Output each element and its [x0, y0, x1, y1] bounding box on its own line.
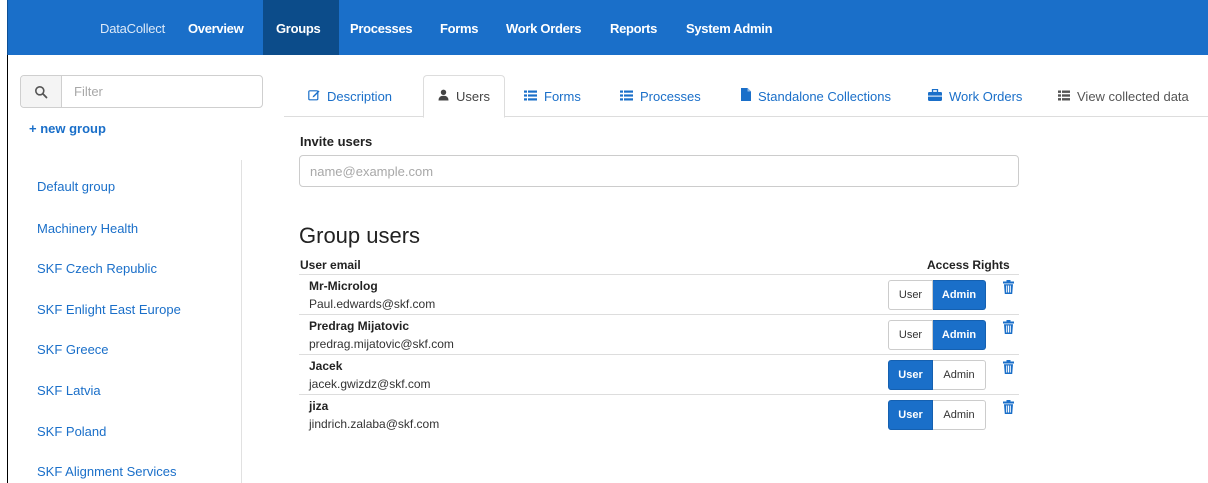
- top-navbar: DataCollect Overview Groups Processes Fo…: [7, 0, 1208, 55]
- nav-reports[interactable]: Reports: [610, 21, 657, 36]
- sidebar: + new group Default group Machinery Heal…: [8, 55, 274, 483]
- tab-forms[interactable]: Forms: [524, 75, 581, 117]
- nav-overview[interactable]: Overview: [188, 21, 244, 36]
- filter-input[interactable]: [62, 76, 252, 107]
- new-group-link[interactable]: + new group: [29, 121, 106, 136]
- column-header-access-rights: Access Rights: [927, 258, 1010, 272]
- user-name: jiza: [309, 399, 329, 413]
- role-admin-button[interactable]: Admin: [933, 320, 986, 350]
- group-item-skf-poland[interactable]: SKF Poland: [37, 424, 106, 439]
- role-user-button[interactable]: User: [888, 360, 933, 390]
- user-name: Predrag Mijatovic: [309, 319, 410, 333]
- trash-icon[interactable]: [1003, 280, 1014, 297]
- access-rights-toggle: User Admin: [888, 280, 986, 310]
- role-admin-button[interactable]: Admin: [933, 360, 986, 390]
- group-users-title: Group users: [299, 223, 421, 248]
- filter-box: [20, 75, 263, 108]
- group-item-skf-enlight-east-europe[interactable]: SKF Enlight East Europe: [37, 302, 181, 317]
- search-icon: [21, 76, 62, 107]
- role-admin-button[interactable]: Admin: [933, 400, 986, 430]
- user-icon: [438, 89, 449, 104]
- column-header-user-email: User email: [300, 258, 361, 272]
- tab-view-collected-data[interactable]: View collected data: [1058, 75, 1189, 117]
- invite-users-label: Invite users: [300, 134, 373, 149]
- tab-standalone-collections[interactable]: Standalone Collections: [741, 75, 891, 117]
- user-row: jiza jindrich.zalaba@skf.com User Admin: [299, 394, 1019, 434]
- role-user-button[interactable]: User: [888, 280, 933, 310]
- role-admin-button[interactable]: Admin: [933, 280, 986, 310]
- group-item-default[interactable]: Default group: [37, 179, 115, 194]
- trash-icon[interactable]: [1003, 320, 1014, 337]
- user-name: Jacek: [309, 359, 343, 373]
- user-row: Jacek jacek.gwizdz@skf.com User Admin: [299, 354, 1019, 394]
- role-user-button[interactable]: User: [888, 400, 933, 430]
- nav-processes[interactable]: Processes: [350, 21, 413, 36]
- tab-description[interactable]: Description: [308, 75, 392, 117]
- role-user-button[interactable]: User: [888, 320, 933, 350]
- nav-work-orders[interactable]: Work Orders: [506, 21, 582, 36]
- tab-work-orders[interactable]: Work Orders: [928, 75, 1022, 117]
- tab-label: Forms: [544, 88, 581, 104]
- trash-icon[interactable]: [1003, 400, 1014, 417]
- access-rights-toggle: User Admin: [888, 400, 986, 430]
- tab-label: Users: [456, 89, 490, 104]
- tab-label: Processes: [640, 88, 701, 104]
- nav-forms[interactable]: Forms: [440, 21, 479, 36]
- group-item-machinery-health[interactable]: Machinery Health: [37, 221, 138, 236]
- th-list-icon: [1058, 89, 1070, 104]
- group-tabs: Description Users Forms Processes Standa…: [284, 75, 1208, 118]
- list-icon: [620, 89, 633, 104]
- user-row: Mr-Microlog Paul.edwards@skf.com User Ad…: [299, 274, 1019, 314]
- user-row: Predrag Mijatovic predrag.mijatovic@skf.…: [299, 314, 1019, 354]
- tab-label: Work Orders: [949, 88, 1023, 104]
- brand-link[interactable]: DataCollect: [100, 21, 165, 36]
- file-icon: [741, 88, 751, 104]
- user-email: jindrich.zalaba@skf.com: [309, 417, 440, 431]
- sidebar-divider: [241, 160, 242, 483]
- nav-groups[interactable]: Groups: [263, 0, 339, 55]
- trash-icon[interactable]: [1003, 360, 1014, 377]
- access-rights-toggle: User Admin: [888, 320, 986, 350]
- access-rights-toggle: User Admin: [888, 360, 986, 390]
- user-email: jacek.gwizdz@skf.com: [309, 377, 431, 391]
- tab-users[interactable]: Users: [423, 75, 505, 118]
- user-name: Mr-Microlog: [309, 279, 378, 293]
- tab-label: View collected data: [1077, 88, 1189, 104]
- tab-label: Standalone Collections: [758, 88, 891, 104]
- list-icon: [524, 89, 537, 104]
- group-item-skf-czech-republic[interactable]: SKF Czech Republic: [37, 261, 157, 276]
- edit-icon: [308, 89, 320, 104]
- nav-system-admin[interactable]: System Admin: [686, 21, 773, 36]
- group-item-skf-greece[interactable]: SKF Greece: [37, 342, 109, 357]
- tab-processes[interactable]: Processes: [620, 75, 701, 117]
- group-item-skf-alignment-services[interactable]: SKF Alignment Services: [37, 464, 176, 479]
- group-item-skf-latvia[interactable]: SKF Latvia: [37, 383, 101, 398]
- invite-email-input[interactable]: [299, 155, 1019, 187]
- user-email: Paul.edwards@skf.com: [309, 297, 436, 311]
- user-email: predrag.mijatovic@skf.com: [309, 337, 454, 351]
- briefcase-icon: [928, 88, 942, 104]
- tab-label: Description: [327, 88, 393, 104]
